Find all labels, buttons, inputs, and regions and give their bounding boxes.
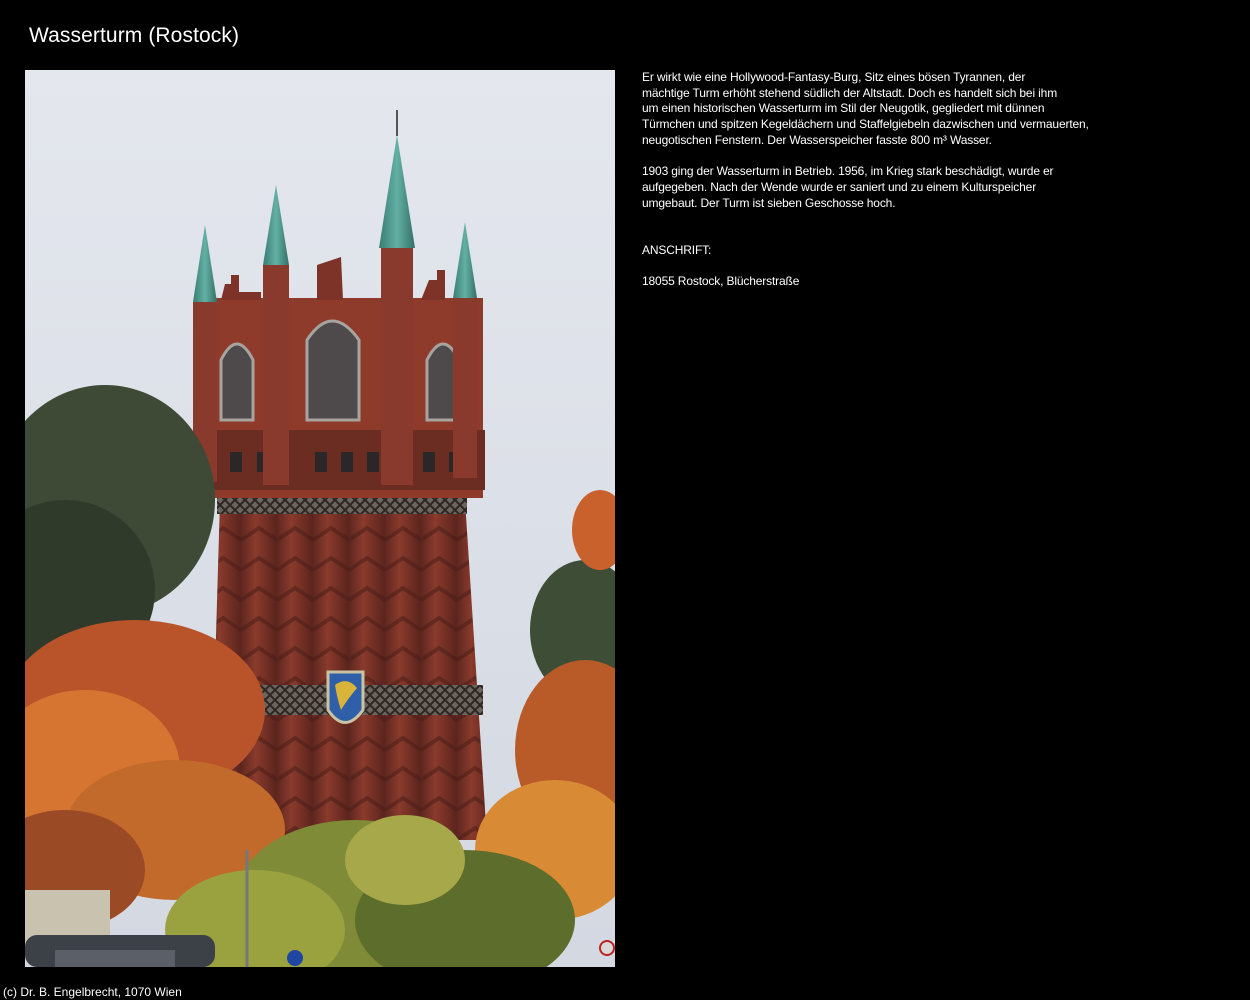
description-paragraph-2: 1903 ging der Wasserturm in Betrieb. 195… — [642, 164, 1054, 210]
description-paragraph-1: Er wirkt wie eine Hollywood-Fantasy-Burg… — [642, 70, 1089, 147]
address-label: ANSCHRIFT: — [642, 242, 712, 257]
description-panel: Er wirkt wie eine Hollywood-Fantasy-Burg… — [642, 70, 1122, 321]
water-tower-photo — [25, 70, 615, 967]
page-title: Wasserturm (Rostock) — [29, 24, 240, 47]
address-value: 18055 Rostock, Blücherstraße — [642, 274, 800, 289]
page: Wasserturm (Rostock) Er wirkt wie eine H… — [0, 0, 1250, 1000]
copyright-footer: (c) Dr. B. Engelbrecht, 1070 Wien — [3, 985, 182, 999]
address-block: ANSCHRIFT: 18055 Rostock, Blücherstraße — [642, 227, 1122, 306]
photo-illustration — [25, 70, 615, 967]
